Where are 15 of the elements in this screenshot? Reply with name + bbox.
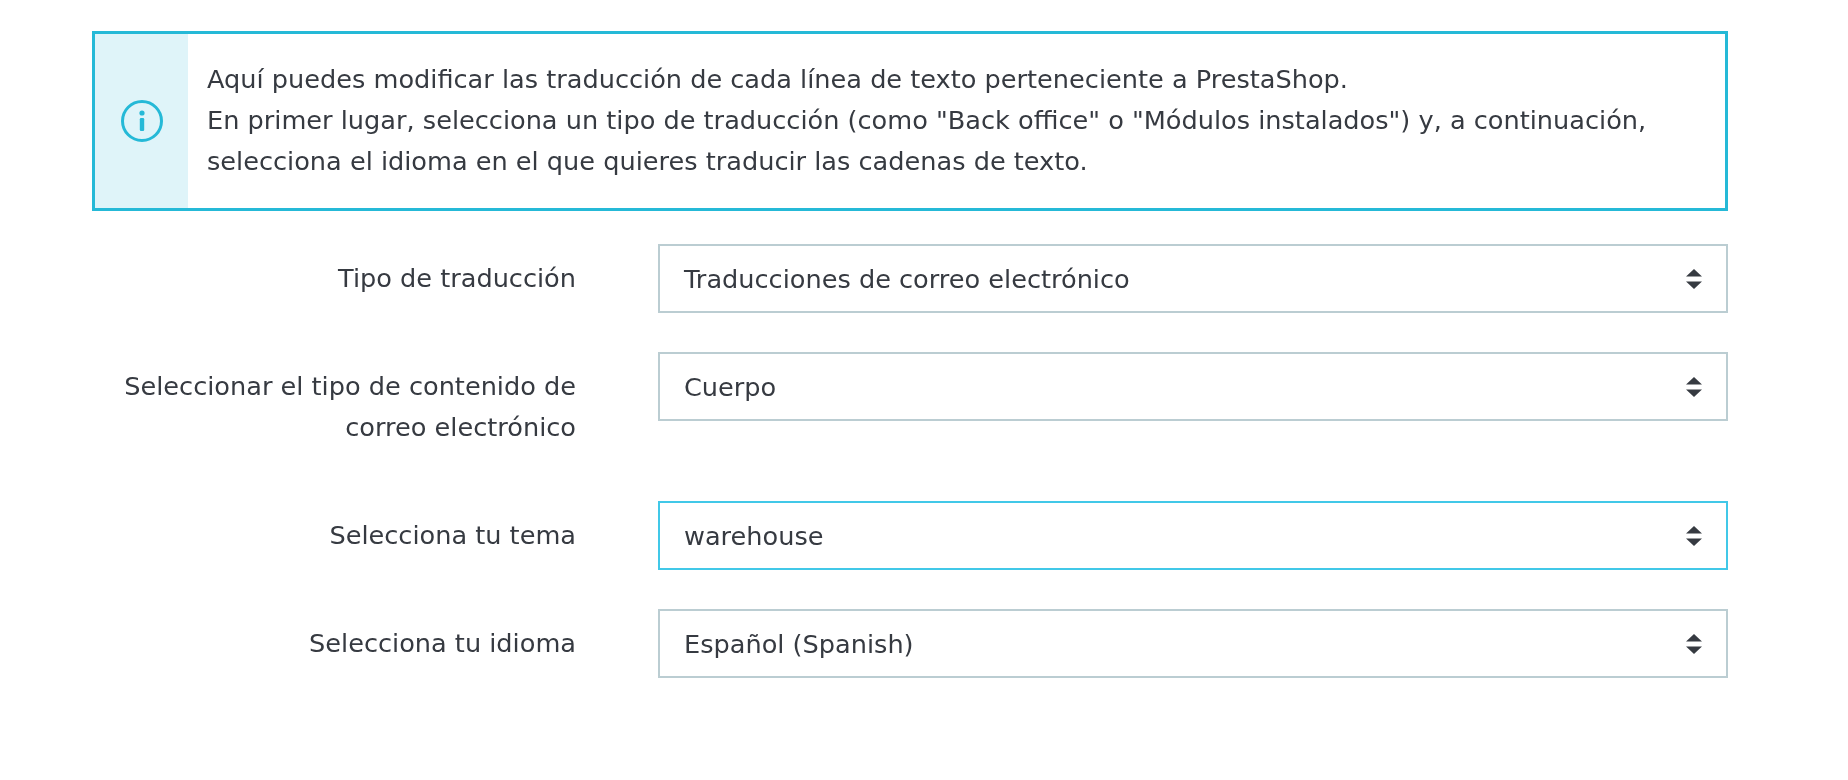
dropdown[interactable]: Cuerpo: [658, 352, 1728, 421]
field-label: Selecciona tu idioma: [308, 627, 576, 660]
info-text: Aquí puedes modificar las traducción de cada línea de texto perteneciente a PrestaShop.: [207, 63, 1349, 96]
dropdown[interactable]: warehouse: [658, 501, 1728, 570]
sort-caret-icon: [1686, 376, 1702, 397]
dropdown[interactable]: Traducciones de correo electrónico: [658, 244, 1728, 313]
field-label: Seleccionar el tipo de contenido de correo electrónico: [123, 370, 576, 444]
sort-caret-icon: [1686, 268, 1702, 289]
sort-caret-icon: [1686, 633, 1702, 654]
field-label: Tipo de traducción: [337, 262, 576, 295]
info-text: En primer lugar, selecciona un tipo de traducción (como "Back office" o "Módulos instalados") y, a continuación, selecciona el idioma en el que quieres traducir las cadenas de texto.: [207, 104, 1648, 178]
info-icon: [120, 100, 163, 142]
sort-caret-icon: [1686, 525, 1702, 546]
field-label: Selecciona tu tema: [328, 519, 576, 552]
dropdown[interactable]: Español (Spanish): [658, 609, 1728, 678]
